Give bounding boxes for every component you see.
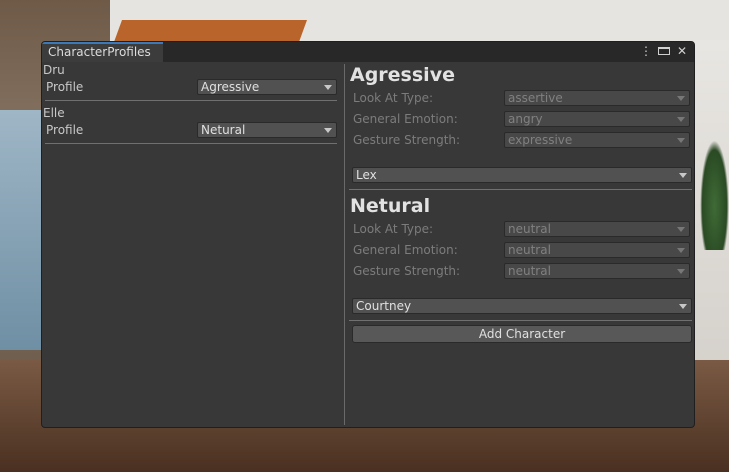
scene-wood-beam xyxy=(113,20,308,42)
general-emotion-value: neutral xyxy=(508,243,551,257)
character-list-pane: Dru Profile Agressive Elle Profile Netur… xyxy=(42,62,344,427)
tab-character-profiles[interactable]: CharacterProfiles xyxy=(42,42,163,62)
pane-splitter[interactable] xyxy=(344,64,345,425)
general-emotion-dropdown[interactable]: angry xyxy=(504,111,690,127)
chevron-down-icon xyxy=(677,248,685,253)
profile-dropdown-dru-value: Agressive xyxy=(201,80,260,94)
maximize-icon[interactable] xyxy=(658,44,670,58)
scene-plant xyxy=(700,140,729,250)
profile-dropdown-elle[interactable]: Netural xyxy=(197,122,337,138)
look-at-type-dropdown[interactable]: assertive xyxy=(504,90,690,106)
character-select-dropdown[interactable]: Courtney xyxy=(352,298,692,314)
chevron-down-icon xyxy=(677,138,685,143)
general-emotion-label: General Emotion: xyxy=(353,243,458,257)
gesture-strength-dropdown[interactable]: expressive xyxy=(504,132,690,148)
chevron-down-icon xyxy=(677,269,685,274)
chevron-down-icon xyxy=(679,173,687,178)
general-emotion-value: angry xyxy=(508,112,543,126)
profile-label-elle: Profile xyxy=(46,123,84,137)
character-name-dru: Dru xyxy=(43,63,65,77)
divider xyxy=(45,100,337,101)
look-at-type-label: Look At Type: xyxy=(353,91,434,105)
gesture-strength-value: neutral xyxy=(508,264,551,278)
profile-dropdown-dru[interactable]: Agressive xyxy=(197,79,337,95)
general-emotion-label: General Emotion: xyxy=(353,112,458,126)
chevron-down-icon xyxy=(324,128,332,133)
close-icon[interactable]: ✕ xyxy=(676,44,688,58)
chevron-down-icon xyxy=(677,117,685,122)
gesture-strength-label: Gesture Strength: xyxy=(353,264,461,278)
look-at-type-dropdown[interactable]: neutral xyxy=(504,221,690,237)
divider xyxy=(349,320,692,321)
window-controls: ⋮ ✕ xyxy=(640,44,688,58)
character-profiles-window: CharacterProfiles ⋮ ✕ Dru Profile Agress… xyxy=(41,41,695,428)
look-at-type-label: Look At Type: xyxy=(353,222,434,236)
add-character-button[interactable]: Add Character xyxy=(352,325,692,343)
gesture-strength-label: Gesture Strength: xyxy=(353,133,461,147)
look-at-type-value: neutral xyxy=(508,222,551,236)
divider xyxy=(349,189,692,190)
profile-title: Netural xyxy=(350,195,431,217)
profile-title: Agressive xyxy=(350,64,455,86)
window-titlebar: CharacterProfiles ⋮ ✕ xyxy=(42,42,694,62)
chevron-down-icon xyxy=(677,227,685,232)
profile-details-pane: Agressive Look At Type: assertive Genera… xyxy=(346,62,694,427)
character-name-elle: Elle xyxy=(43,106,65,120)
general-emotion-dropdown[interactable]: neutral xyxy=(504,242,690,258)
gesture-strength-value: expressive xyxy=(508,133,573,147)
look-at-type-value: assertive xyxy=(508,91,563,105)
chevron-down-icon xyxy=(677,96,685,101)
gesture-strength-dropdown[interactable]: neutral xyxy=(504,263,690,279)
divider xyxy=(45,143,337,144)
profile-dropdown-elle-value: Netural xyxy=(201,123,246,137)
scene-window-glass xyxy=(0,110,44,350)
character-select-value: Courtney xyxy=(356,299,412,313)
character-select-value: Lex xyxy=(356,168,377,182)
menu-kebab-icon[interactable]: ⋮ xyxy=(640,44,652,58)
profile-label-dru: Profile xyxy=(46,80,84,94)
chevron-down-icon xyxy=(679,304,687,309)
chevron-down-icon xyxy=(324,85,332,90)
character-select-dropdown[interactable]: Lex xyxy=(352,167,692,183)
